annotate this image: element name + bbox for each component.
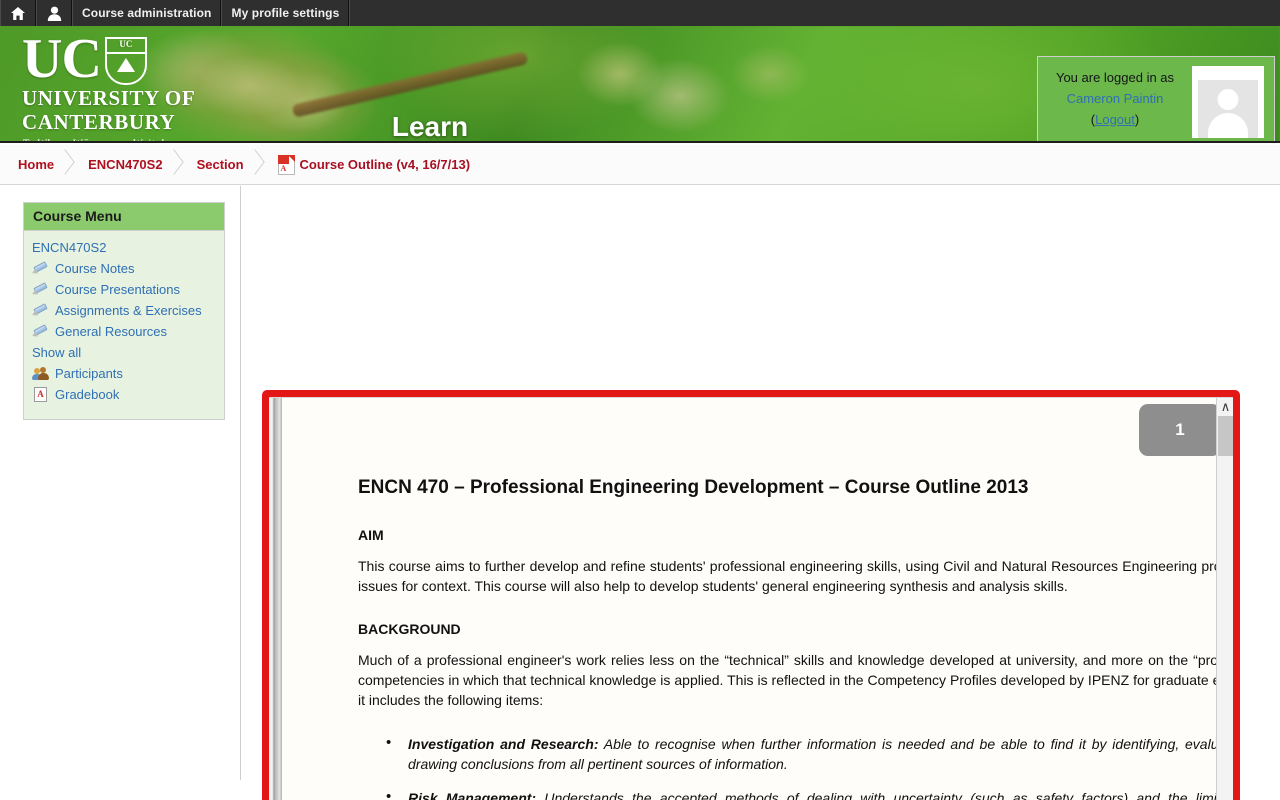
- chevron-up-glyph: ∧: [1220, 399, 1231, 414]
- admin-topbar: Course administration My profile setting…: [0, 0, 1280, 26]
- breadcrumb: Home ENCN470S2 Section A Course Outline …: [0, 145, 1280, 185]
- home-button[interactable]: [0, 0, 36, 26]
- site-title: Learn: [391, 111, 469, 142]
- uc-crest-icon: UC: [104, 37, 147, 85]
- topbar-item-label: Course administration: [82, 6, 212, 20]
- sidebar-item-label: Gradebook: [55, 387, 120, 402]
- pencil-icon: [30, 281, 49, 298]
- breadcrumb-label: Section: [196, 157, 244, 172]
- scroll-up-arrow-icon[interactable]: ∧: [1217, 398, 1233, 415]
- pdf-document-content: ENCN 470 – Professional Engineering Deve…: [282, 398, 1233, 800]
- sidebar-item-encn470s2[interactable]: ENCN470S2: [24, 237, 224, 258]
- breadcrumb-label: ENCN470S2: [88, 157, 163, 172]
- uc-logo-letters: UC: [22, 28, 102, 90]
- list-item-term: Investigation and Research:: [408, 736, 599, 752]
- logout-link[interactable]: Logout: [1095, 112, 1135, 127]
- sidebar-item-label: General Resources: [55, 324, 167, 339]
- breadcrumb-label: Home: [18, 157, 55, 172]
- sidebar-item-label: Course Presentations: [55, 282, 181, 297]
- avatar-head: [1217, 89, 1239, 110]
- avatar[interactable]: [1192, 66, 1264, 138]
- breadcrumb-label: Course Outline (v4, 16/7/13): [299, 157, 471, 172]
- sidebar-item-label: Participants: [55, 366, 123, 381]
- logout-paren-close: ): [1134, 112, 1140, 127]
- topbar-item-course-administration[interactable]: Course administration: [72, 0, 222, 26]
- breadcrumb-item-course-outline: A Course Outline (v4, 16/7/13): [260, 145, 487, 185]
- uc-name-line2: CANTERBURY: [22, 110, 176, 134]
- user-menu-button[interactable]: [36, 0, 72, 26]
- uc-logo[interactable]: UC UC UNIVERSITY OF CANTERBURY Te Whare …: [22, 28, 262, 143]
- sidebar-item-label: Show all: [32, 345, 82, 360]
- pdf-viewport: 1 ENCN 470 – Professional Engineering De…: [269, 397, 1233, 800]
- sidebar-item-general-resources[interactable]: General Resources: [24, 321, 224, 342]
- login-prefix: You are logged in as: [1055, 70, 1175, 85]
- list-item-term: Risk Management:: [408, 790, 537, 800]
- chevron-separator-icon: [166, 151, 180, 179]
- people-icon: [32, 365, 49, 382]
- uc-crest-figure: [116, 58, 135, 72]
- list-item: Investigation and Research: Able to reco…: [358, 733, 1233, 774]
- vertical-scrollbar[interactable]: ∧ ∨: [1216, 398, 1233, 800]
- pdf-viewer: 1 ENCN 470 – Professional Engineering De…: [269, 397, 1233, 800]
- sidebar-item-assignments-exercises[interactable]: Assignments & Exercises: [24, 300, 224, 321]
- sidebar-item-show-all[interactable]: Show all: [24, 342, 224, 363]
- chevron-separator-icon: [57, 151, 71, 179]
- vertical-scrollbar-thumb[interactable]: [1218, 416, 1233, 456]
- uc-crest-label: UC: [119, 39, 133, 49]
- course-menu-block: Course Menu ENCN470S2 Course Notes Cours…: [23, 202, 225, 420]
- uc-maori-name: Te Whare Wānanga o Waitaha: [22, 136, 174, 143]
- sidebar-item-course-notes[interactable]: Course Notes: [24, 258, 224, 279]
- sidebar-item-label: ENCN470S2: [32, 240, 107, 255]
- section-heading-aim: AIM: [358, 527, 384, 543]
- logged-in-user-link[interactable]: Cameron Paintin: [1038, 88, 1192, 109]
- pencil-icon: [30, 302, 49, 319]
- course-menu-title: Course Menu: [24, 203, 224, 231]
- breadcrumb-item-home[interactable]: Home: [0, 145, 70, 185]
- sidebar-item-label: Course Notes: [55, 261, 135, 276]
- pencil-icon: [30, 260, 49, 277]
- topbar-item-my-profile-settings[interactable]: My profile settings: [221, 0, 350, 26]
- breadcrumb-item-course[interactable]: ENCN470S2: [70, 145, 178, 185]
- list-item: Risk Management: Understands the accepte…: [358, 787, 1233, 800]
- avatar-placeholder-icon: [1198, 80, 1258, 138]
- site-subtitle: Powered by Moodle: [330, 142, 530, 143]
- document-title: ENCN 470 – Professional Engineering Deve…: [358, 477, 1029, 498]
- uc-name-line1: UNIVERSITY OF: [22, 86, 196, 110]
- sidebar-item-label: Assignments & Exercises: [55, 303, 202, 318]
- sidebar-item-participants[interactable]: Participants: [24, 363, 224, 384]
- logout-wrapper: (Logout): [1038, 109, 1192, 130]
- pdf-viewer-highlight-frame: 1 ENCN 470 – Professional Engineering De…: [262, 390, 1240, 800]
- section-body-background: Much of a professional engineer's work r…: [358, 652, 1233, 708]
- page-content: Course Menu ENCN470S2 Course Notes Cours…: [0, 186, 1280, 800]
- gradebook-icon: A: [32, 386, 49, 403]
- pdf-left-gutter: [269, 398, 281, 800]
- login-text-block: You are logged in as Cameron Paintin (Lo…: [1038, 57, 1192, 130]
- site-title-block: Learn Powered by Moodle: [330, 111, 530, 143]
- section-heading-background: BACKGROUND: [358, 621, 461, 637]
- page-root: Course administration My profile setting…: [0, 0, 1280, 800]
- pdf-file-icon: A: [277, 154, 295, 175]
- sidebar-item-course-presentations[interactable]: Course Presentations: [24, 279, 224, 300]
- chevron-separator-icon: [247, 151, 261, 179]
- home-icon: [10, 6, 26, 21]
- user-icon: [47, 6, 62, 21]
- login-info-box: You are logged in as Cameron Paintin (Lo…: [1037, 56, 1275, 141]
- breadcrumb-item-section[interactable]: Section: [179, 145, 260, 185]
- topbar-filler: [349, 0, 1280, 26]
- pdf-page: 1 ENCN 470 – Professional Engineering De…: [281, 398, 1233, 800]
- avatar-body: [1208, 113, 1248, 138]
- pencil-icon: [30, 323, 49, 340]
- course-menu-list: ENCN470S2 Course Notes Course Presentati…: [24, 231, 224, 419]
- content-divider: [240, 186, 241, 780]
- site-banner: UC UC UNIVERSITY OF CANTERBURY Te Whare …: [0, 26, 1280, 143]
- section-body-aim: This course aims to further develop and …: [358, 558, 1233, 594]
- page-number-badge: 1: [1139, 404, 1230, 456]
- competency-list: Investigation and Research: Able to reco…: [358, 733, 1233, 800]
- topbar-item-label: My profile settings: [231, 6, 340, 20]
- sidebar-item-gradebook[interactable]: A Gradebook: [24, 384, 224, 405]
